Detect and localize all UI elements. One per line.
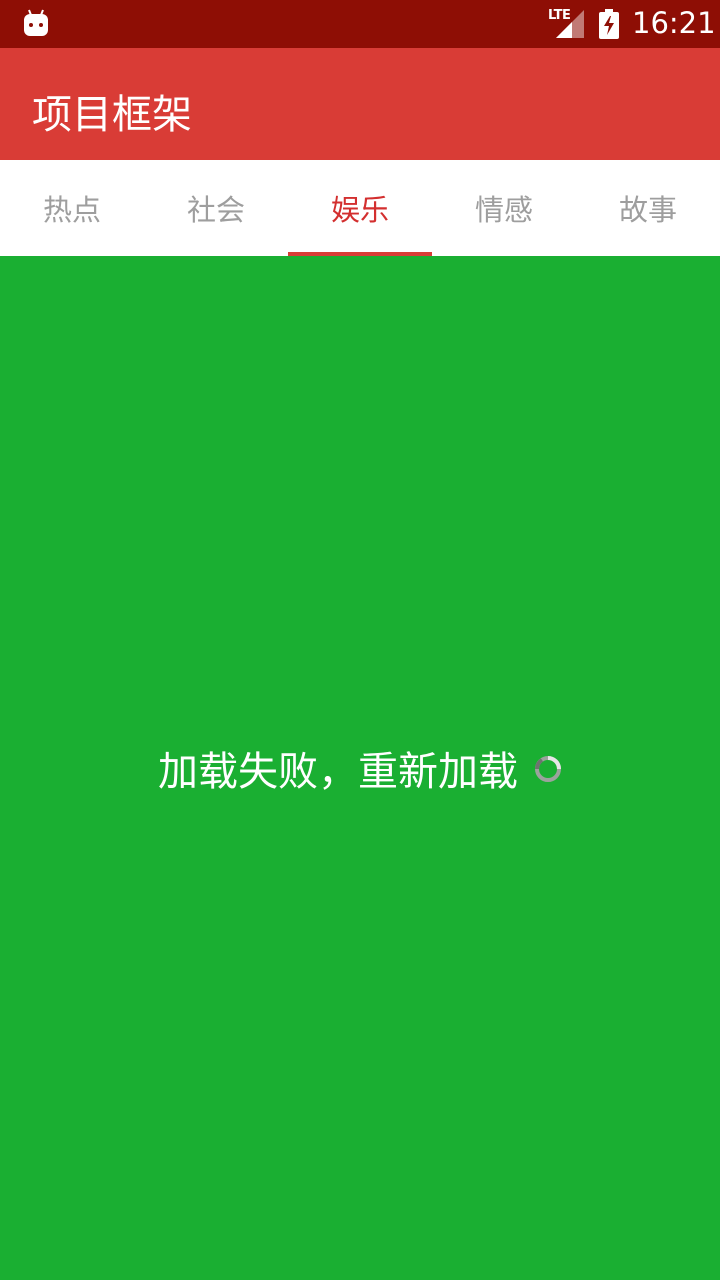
loading-spinner-icon <box>535 756 561 782</box>
tab-label: 故事 <box>618 193 677 227</box>
status-clock: 16:21 <box>632 6 716 40</box>
tab-story[interactable]: 故事 <box>576 160 720 256</box>
tab-society[interactable]: 社会 <box>144 160 288 256</box>
tab-emotion[interactable]: 情感 <box>432 160 576 256</box>
reload-button[interactable]: 加载失败，重新加载 <box>0 740 720 796</box>
page-title: 项目框架 <box>32 92 192 138</box>
tab-entertainment[interactable]: 娱乐 <box>288 160 432 256</box>
tab-label: 热点 <box>42 193 101 227</box>
lte-signal-icon <box>556 10 584 38</box>
android-icon <box>24 9 48 36</box>
content-area: 加载失败，重新加载 <box>0 256 720 1280</box>
tab-hot[interactable]: 热点 <box>0 160 144 256</box>
tab-bar: 热点 社会 娱乐 情感 故事 <box>0 160 720 256</box>
status-bar: LTE 16:21 <box>0 0 720 48</box>
tab-label: 娱乐 <box>330 193 389 227</box>
battery-charging-icon <box>599 9 619 39</box>
load-failed-message: 加载失败，重新加载 <box>158 749 518 795</box>
tab-label: 情感 <box>474 193 533 227</box>
tab-label: 社会 <box>186 193 245 227</box>
app-bar: 项目框架 <box>0 48 720 160</box>
